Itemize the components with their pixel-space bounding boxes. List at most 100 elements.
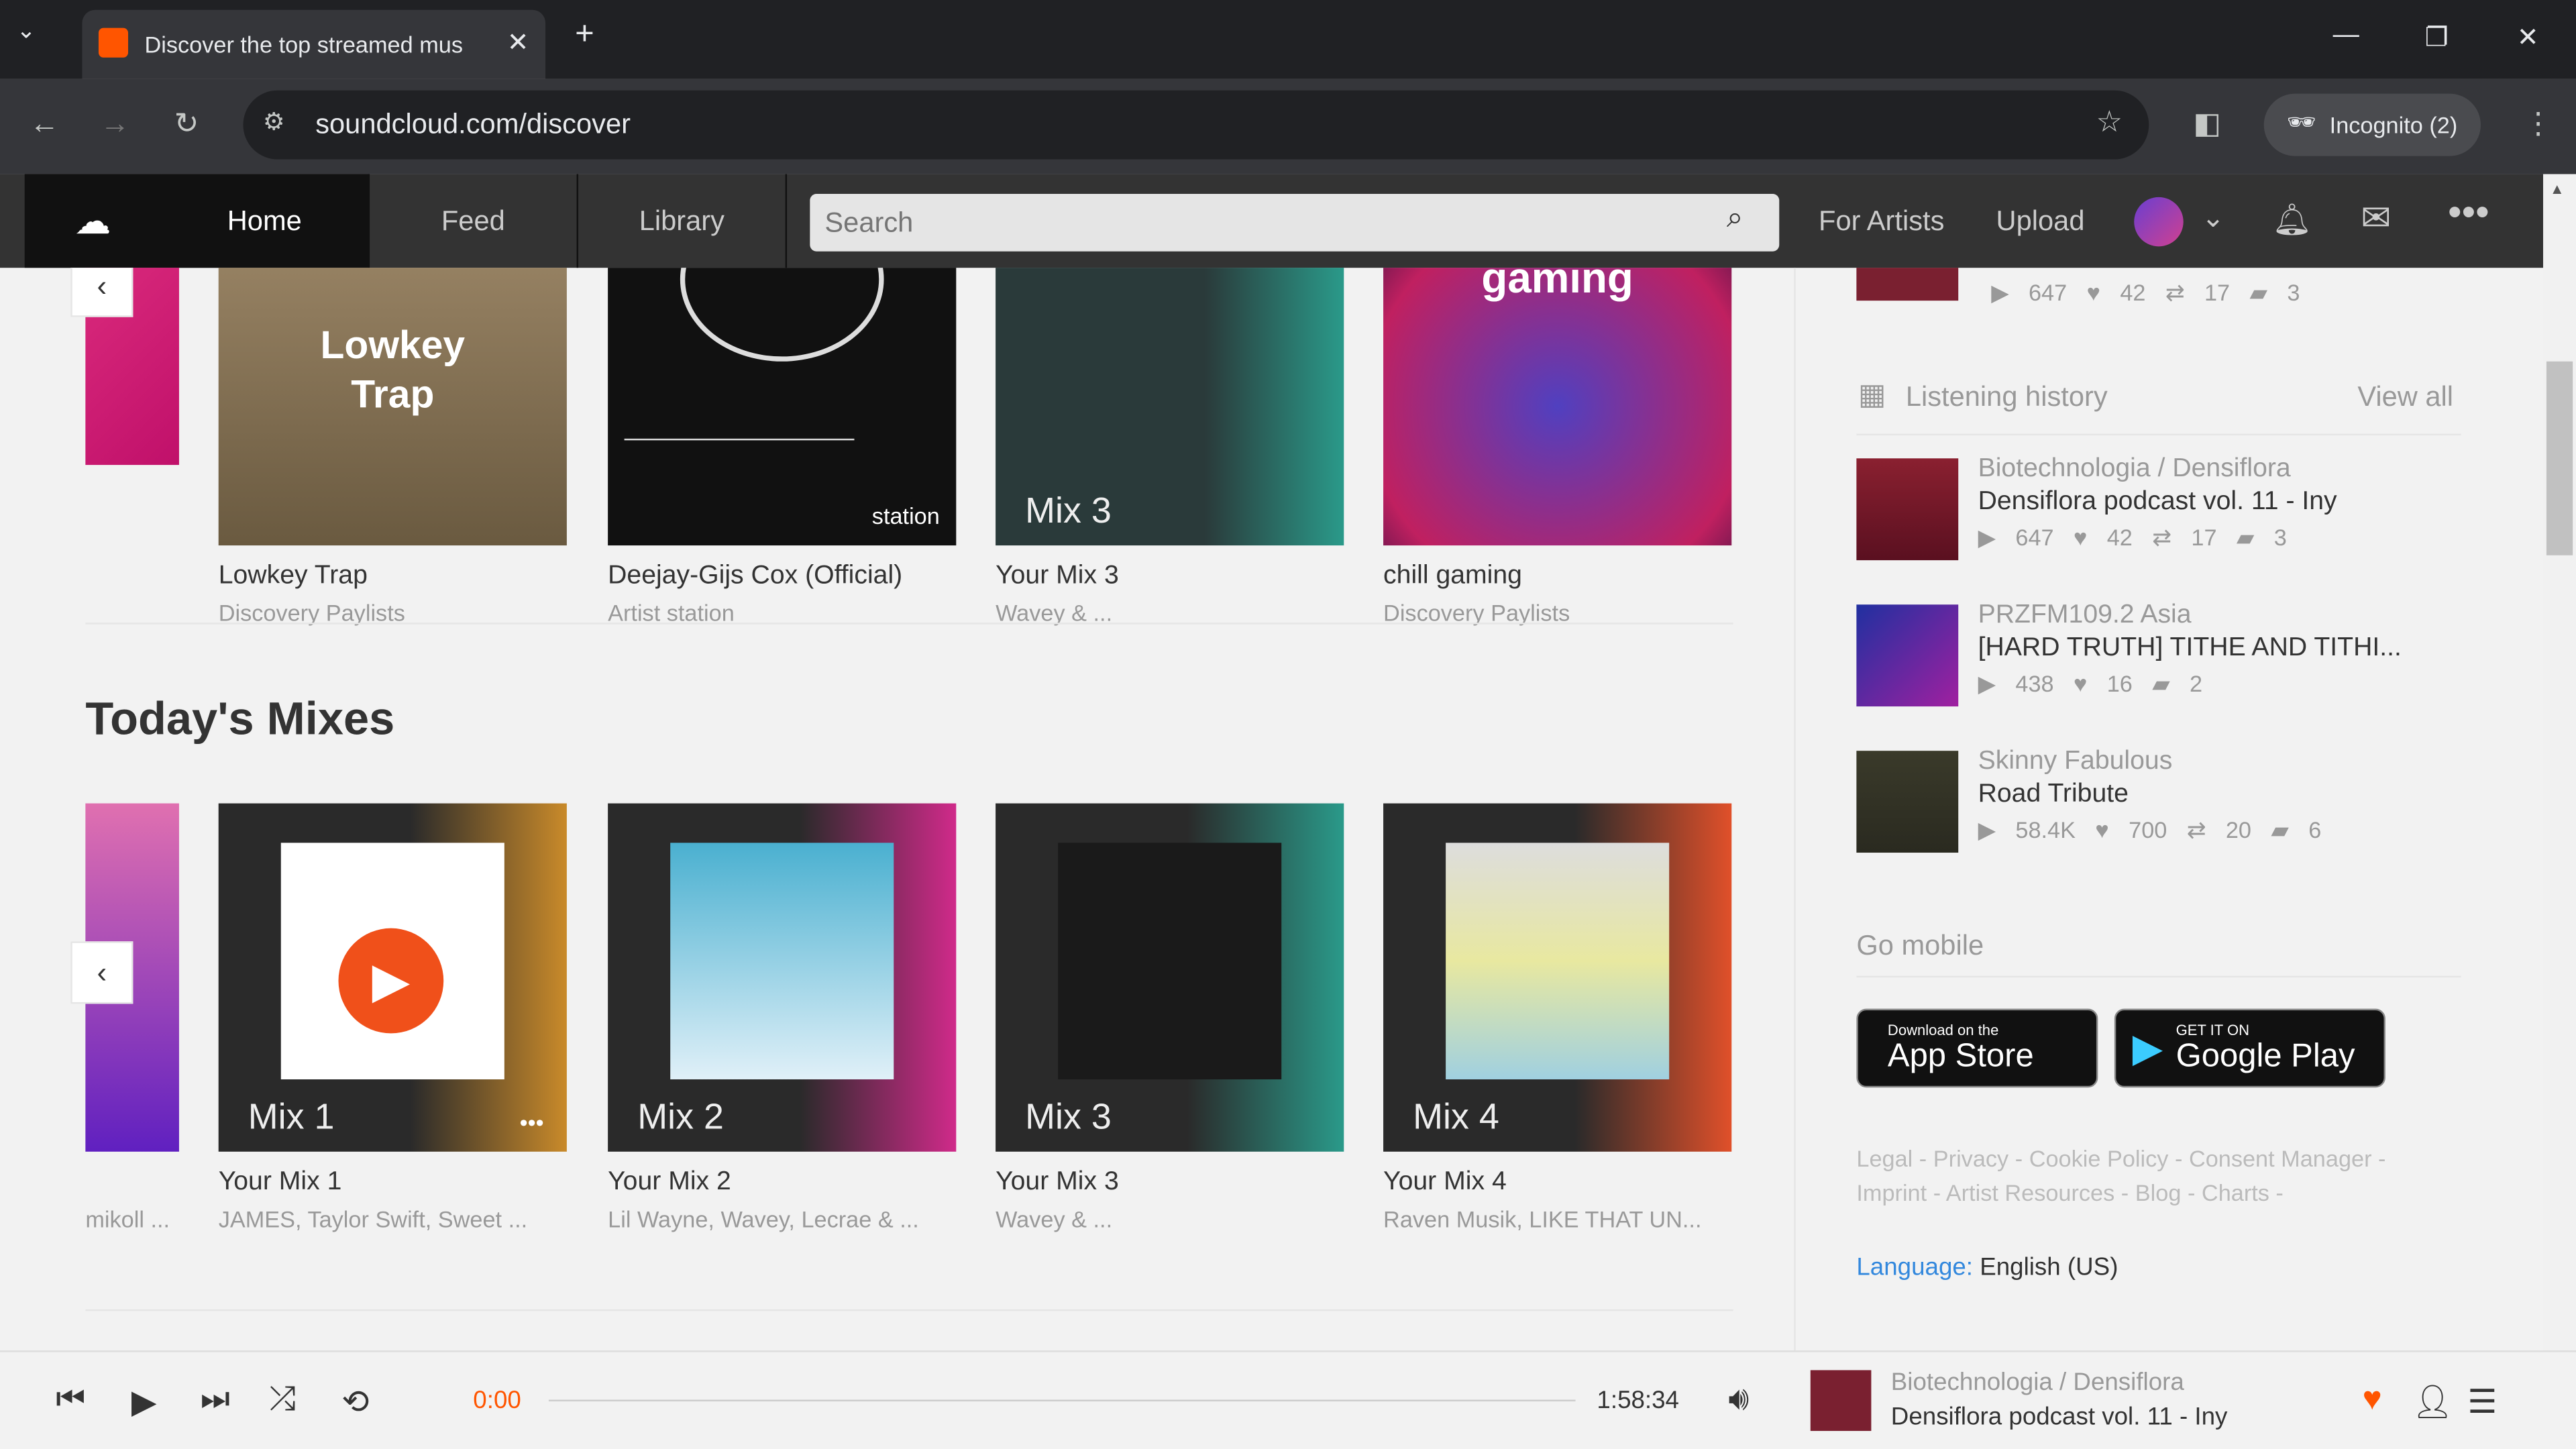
- volume-icon[interactable]: 🔊︎: [1728, 1382, 1749, 1419]
- tab-title: Discover the top streamed mus: [144, 31, 464, 58]
- bookmark-star-icon[interactable]: ☆: [2096, 105, 2123, 140]
- card-chill-gaming[interactable]: gaming chill gaming Discovery Paylists: [1383, 268, 1732, 626]
- incognito-label: Incognito (2): [2329, 111, 2458, 138]
- reload-icon[interactable]: ↻: [174, 107, 199, 141]
- page-scrollbar[interactable]: ▲ ▼: [2543, 174, 2576, 1449]
- avatar[interactable]: [2134, 197, 2184, 247]
- history-item[interactable]: Biotechnologia / Densiflora Densiflora po…: [1856, 455, 2481, 561]
- more-options-icon[interactable]: •••: [520, 1109, 544, 1135]
- for-artists-link[interactable]: For Artists: [1819, 205, 1944, 238]
- language-value[interactable]: English (US): [1980, 1254, 2118, 1282]
- search-icon[interactable]: ⌕: [1727, 201, 1743, 235]
- soundcloud-logo-icon[interactable]: ☁: [24, 174, 162, 268]
- footer-link-cookie-policy[interactable]: Cookie Policy: [2029, 1145, 2169, 1171]
- site-info-icon[interactable]: ⚙: [263, 107, 285, 137]
- card-lowkey-trap[interactable]: Lowkey Trap Lowkey Trap Discovery Paylis…: [218, 268, 567, 626]
- progress-bar[interactable]: [548, 1399, 1576, 1401]
- tab-feed[interactable]: Feed: [370, 174, 579, 268]
- now-playing-artist[interactable]: Biotechnologia / Densiflora: [1891, 1368, 2184, 1397]
- card-your-mix-3-top[interactable]: Mix 3 Your Mix 3 Wavey & ...: [996, 268, 1344, 626]
- now-playing-track[interactable]: Densiflora podcast vol. 11 - Iny: [1891, 1403, 2228, 1431]
- history-item[interactable]: PRZFM109.2 Asia [HARD TRUTH] TITHE AND TI…: [1856, 601, 2481, 707]
- close-window-icon[interactable]: ✕: [2517, 21, 2539, 54]
- artist-name[interactable]: PRZFM109.2 Asia: [1978, 601, 2471, 631]
- previous-icon[interactable]: ⏮: [56, 1382, 85, 1419]
- queue-icon[interactable]: ☰: [2467, 1382, 2497, 1423]
- plays-count: 58.4K: [2015, 816, 2076, 843]
- card-subtitle[interactable]: Lil Wayne, Wavey, Lecrae & ...: [608, 1206, 956, 1232]
- bell-icon[interactable]: 🔔︎: [2272, 201, 2312, 240]
- card-title[interactable]: Your Mix 2: [608, 1168, 956, 1197]
- tab-home[interactable]: Home: [161, 174, 370, 268]
- upload-link[interactable]: Upload: [1996, 205, 2085, 238]
- artist-name[interactable]: Biotechnologia / Densiflora: [1978, 455, 2471, 484]
- track-name[interactable]: Densiflora podcast vol. 11 - Iny: [1978, 488, 2471, 517]
- play-icon[interactable]: ▶: [131, 1382, 157, 1423]
- mix-card-4[interactable]: Mix 4 Your Mix 4 Raven Musik, LIKE THAT …: [1383, 803, 1732, 1232]
- scroll-up-icon[interactable]: ▲: [2550, 180, 2565, 197]
- mix-card-2[interactable]: Mix 2 Your Mix 2 Lil Wayne, Wavey, Lecra…: [608, 803, 957, 1232]
- track-thumbnail[interactable]: [1856, 751, 1959, 853]
- mail-icon[interactable]: ✉: [2361, 197, 2391, 240]
- minimize-icon[interactable]: —: [2333, 21, 2359, 51]
- restore-icon[interactable]: ❐: [2425, 21, 2449, 54]
- card-title[interactable]: chill gaming: [1383, 562, 1731, 592]
- carousel-prev-button[interactable]: ‹: [70, 268, 133, 317]
- language-selector[interactable]: Language: English (US): [1856, 1254, 2118, 1282]
- likes-count: 16: [2106, 670, 2133, 697]
- new-tab-icon[interactable]: +: [575, 16, 594, 54]
- footer-link-privacy[interactable]: Privacy: [1933, 1145, 2008, 1171]
- like-heart-icon[interactable]: ♥: [2363, 1382, 2382, 1419]
- card-subtitle[interactable]: Raven Musik, LIKE THAT UN...: [1383, 1206, 1731, 1232]
- close-tab-icon[interactable]: ✕: [507, 26, 529, 59]
- mix-card-1[interactable]: ▶ Mix 1 ••• Your Mix 1 JAMES, Taylor Swi…: [218, 803, 567, 1232]
- footer-link-consent-manager[interactable]: Consent Manager: [2189, 1145, 2372, 1171]
- partial-mix-subtitle[interactable]: mikoll ...: [85, 1206, 170, 1232]
- history-item[interactable]: Skinny Fabulous Road Tribute ▶ 58.4K ♥ 700 ⇄ 2…: [1856, 747, 2481, 853]
- footer-link-artist-resources[interactable]: Artist Resources: [1946, 1179, 2115, 1205]
- footer-link-blog[interactable]: Blog: [2135, 1179, 2182, 1205]
- footer-link-imprint[interactable]: Imprint: [1856, 1179, 1927, 1205]
- view-all-link[interactable]: View all: [2357, 381, 2453, 414]
- play-overlay-icon[interactable]: ▶: [338, 928, 444, 1034]
- incognito-button[interactable]: 🕶 Incognito (2): [2263, 93, 2481, 156]
- track-thumbnail[interactable]: [1856, 604, 1959, 707]
- track-thumbnail[interactable]: [1856, 268, 1959, 301]
- more-icon[interactable]: •••: [2448, 191, 2489, 237]
- card-subtitle[interactable]: JAMES, Taylor Swift, Sweet ...: [219, 1206, 567, 1232]
- card-title[interactable]: Lowkey Trap: [219, 562, 567, 592]
- footer-link-charts[interactable]: Charts: [2202, 1179, 2269, 1205]
- track-thumbnail[interactable]: [1856, 458, 1959, 561]
- shuffle-icon[interactable]: ⤮: [270, 1382, 296, 1419]
- repeat-icon[interactable]: ⟲: [341, 1382, 369, 1423]
- track-name[interactable]: [HARD TRUTH] TITHE AND TITHI...: [1978, 634, 2471, 663]
- next-icon[interactable]: ⏭: [201, 1382, 230, 1419]
- mix-card-3[interactable]: Mix 3 Your Mix 3 Wavey & ...: [996, 803, 1344, 1232]
- url-field[interactable]: ⚙ soundcloud.com/discover ☆: [243, 90, 2149, 160]
- chevron-down-icon[interactable]: ⌄: [2202, 202, 2225, 235]
- tab-search-chevron-icon[interactable]: ⌄: [16, 16, 36, 44]
- side-panel-icon[interactable]: ◧: [2193, 107, 2221, 141]
- now-playing-thumbnail[interactable]: [1810, 1370, 1872, 1432]
- mixes-prev-button[interactable]: ‹: [70, 941, 133, 1004]
- card-deejay-gijs-cox[interactable]: station Deejay-Gijs Cox (Official) Artis…: [608, 268, 957, 626]
- google-play-badge[interactable]: ▶ GET IT ON Google Play: [2114, 1008, 2385, 1088]
- app-store-badge[interactable]: Download on the App Store: [1856, 1008, 2098, 1088]
- scrollbar-thumb[interactable]: [2546, 361, 2573, 555]
- tab-library[interactable]: Library: [578, 174, 788, 268]
- track-name[interactable]: Road Tribute: [1978, 780, 2471, 810]
- footer-link-legal[interactable]: Legal: [1856, 1145, 1913, 1171]
- back-icon[interactable]: ←: [30, 107, 59, 141]
- browser-tab[interactable]: Discover the top streamed mus ✕: [82, 9, 546, 79]
- card-title[interactable]: Deejay-Gijs Cox (Official): [608, 562, 956, 592]
- follow-user-icon[interactable]: 👤︎: [2412, 1382, 2453, 1423]
- search-input[interactable]: [810, 193, 1780, 252]
- card-title[interactable]: Your Mix 4: [1383, 1168, 1731, 1197]
- artist-name[interactable]: Skinny Fabulous: [1978, 747, 2471, 777]
- card-title[interactable]: Your Mix 3: [996, 562, 1344, 592]
- card-title[interactable]: Your Mix 1: [219, 1168, 567, 1197]
- browser-menu-icon[interactable]: ⋮: [2524, 107, 2553, 141]
- card-subtitle[interactable]: Wavey & ...: [996, 1206, 1344, 1232]
- forward-icon[interactable]: →: [100, 107, 129, 141]
- card-title[interactable]: Your Mix 3: [996, 1168, 1344, 1197]
